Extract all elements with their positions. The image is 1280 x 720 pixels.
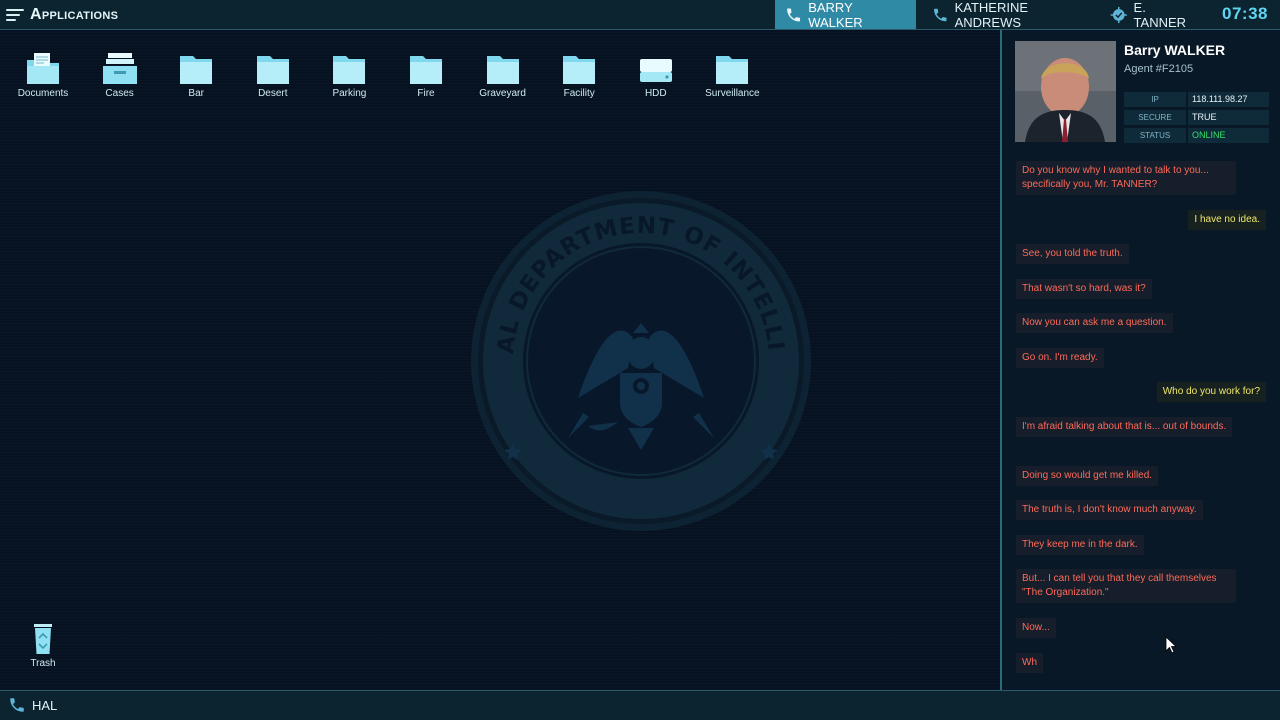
desktop-icon-bar[interactable]: Bar (158, 50, 234, 99)
outgoing-message: Who do you work for? (1156, 382, 1266, 402)
clock: 07:38 (1222, 4, 1268, 23)
call-tab-label: E. TANNER (1133, 0, 1187, 30)
incoming-message: Now... (1016, 618, 1056, 638)
desktop-icon-label: Fire (417, 88, 435, 99)
desktop-icon-label: HDD (644, 88, 667, 99)
incoming-message: The truth is, I don't know much anyway. (1016, 500, 1203, 520)
contact-chat-panel: Barry WALKER Agent #F2105 IP 118.111.98.… (1000, 30, 1280, 690)
phone-icon (787, 8, 801, 21)
contact-name: Barry WALKER (1124, 42, 1226, 58)
folder-icon (486, 56, 519, 84)
outgoing-message: I have no idea. (1188, 210, 1266, 230)
avatar-portrait-image (1015, 41, 1116, 142)
applications-label: Applications (30, 6, 119, 23)
call-tab-katherine-andrews[interactable]: KATHERINE ANDREWS (922, 0, 1096, 30)
status-badge: ONLINE (1188, 128, 1269, 143)
phone-icon (934, 8, 947, 21)
trash-icon (34, 624, 52, 654)
folder-icon (716, 56, 749, 84)
desktop-icon-documents[interactable]: Documents (5, 50, 81, 99)
desktop-icon-label: Surveillance (705, 88, 760, 99)
desktop-icon-label: Parking (332, 88, 367, 99)
top-bar: Applications BARRY WALKER KATHERINE ANDR… (0, 0, 1280, 30)
hal-label: HAL (32, 697, 58, 713)
folder-icon (180, 56, 213, 84)
info-row-ip: IP 118.111.98.27 (1124, 92, 1269, 107)
desktop-icon-hdd[interactable]: HDD (618, 50, 694, 99)
info-value: 118.111.98.27 (1188, 92, 1269, 107)
avatar (1015, 41, 1116, 142)
info-key: STATUS (1124, 128, 1186, 143)
applications-menu-button[interactable]: Applications (6, 4, 118, 26)
trash-icon-shortcut[interactable]: Trash (5, 620, 81, 669)
desktop-icon-cases[interactable]: Cases (82, 50, 158, 99)
gear-badge-icon (1110, 6, 1127, 23)
incoming-message: Go on. I'm ready. (1016, 348, 1104, 368)
desktop-icon-surveillance[interactable]: Surveillance (694, 50, 770, 99)
desktop-icon-graveyard[interactable]: Graveyard (465, 50, 541, 99)
trash-label: Trash (30, 658, 56, 669)
desktop-icon-label: Cases (105, 88, 134, 99)
incoming-message: Doing so would get me killed. (1016, 466, 1159, 486)
desktop-icon-label: Facility (563, 88, 595, 99)
desktop-icon-facility[interactable]: Facility (541, 50, 617, 99)
folder-icon (563, 56, 596, 84)
desktop-icon-parking[interactable]: Parking (311, 50, 387, 99)
desktop-icon-desert[interactable]: Desert (235, 50, 311, 99)
folder-icon (410, 56, 442, 84)
incoming-message: Wh (1016, 653, 1043, 673)
desktop-icon-label: Bar (188, 88, 204, 99)
info-key: IP (1124, 92, 1186, 107)
hard-drive-icon (639, 59, 672, 82)
info-row-status: STATUS ONLINE (1124, 128, 1269, 143)
incoming-message: Now you can ask me a question. (1016, 313, 1173, 333)
folder-icon (256, 56, 289, 84)
info-key: SECURE (1124, 110, 1186, 125)
incoming-message: See, you told the truth. (1016, 244, 1129, 264)
call-tab-label: KATHERINE ANDREWS (954, 0, 1028, 30)
cases-tray-icon (102, 53, 137, 84)
desktop: Documents Cases Bar Desert Parking Fire Gravey… (0, 30, 1000, 690)
desktop-icon-label: Desert (258, 88, 288, 99)
mouse-cursor-icon (1165, 636, 1177, 654)
bottom-bar: HAL (0, 690, 1280, 720)
incoming-message: Do you know why I wanted to talk to you.… (1016, 161, 1236, 195)
documents-folder-icon (27, 53, 59, 84)
incoming-message: But... I can tell you that they call the… (1016, 569, 1236, 603)
desktop-icon-label: Documents (17, 88, 69, 99)
hal-call-button[interactable]: HAL (8, 696, 57, 714)
agency-seal-logo: FEDERAL DEPARTMENT OF INTELLIGENCE THE T… (468, 188, 811, 531)
call-tab-e-tanner[interactable]: E. TANNER (1100, 0, 1210, 30)
phone-icon (10, 698, 24, 712)
incoming-message: They keep me in the dark. (1016, 535, 1144, 555)
incoming-message: That wasn't so hard, was it? (1016, 279, 1152, 299)
info-row-secure: SECURE TRUE (1124, 110, 1269, 125)
incoming-message: I'm afraid talking about that is... out … (1016, 417, 1233, 437)
desktop-icon-fire[interactable]: Fire (388, 50, 464, 99)
desktop-icon-label: Graveyard (479, 88, 526, 99)
contact-agent-id: Agent #F2105 (1124, 63, 1194, 75)
call-tab-barry-walker[interactable]: BARRY WALKER (775, 0, 916, 30)
hamburger-menu-icon (6, 8, 24, 22)
call-tab-label: BARRY WALKER (808, 0, 863, 30)
folder-icon (333, 56, 366, 84)
info-value: TRUE (1188, 110, 1269, 125)
